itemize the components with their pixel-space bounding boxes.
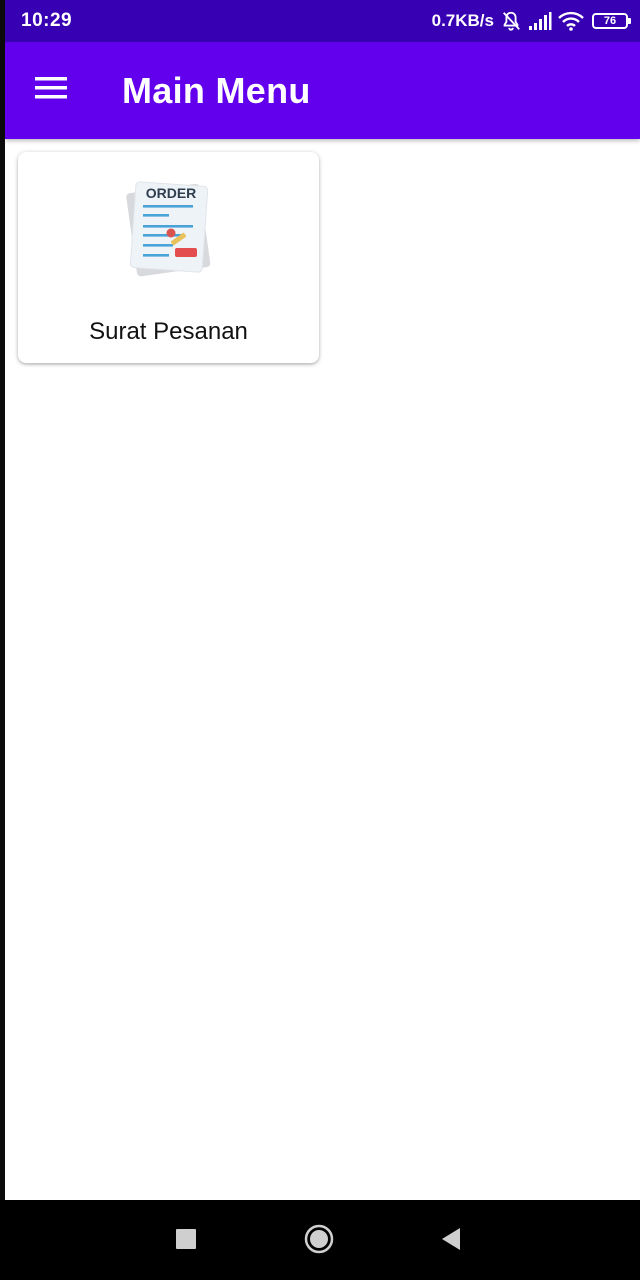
back-button[interactable] <box>435 1225 467 1257</box>
mute-bell-icon <box>500 10 522 32</box>
network-speed: 0.7KB/s <box>431 11 494 30</box>
back-triangle-icon <box>440 1227 462 1256</box>
recents-button[interactable] <box>170 1225 202 1257</box>
status-right-group: 0.7KB/s 76 <box>431 10 631 32</box>
menu-card-surat-pesanan[interactable]: ORDER Surat Pesanan <box>18 152 319 363</box>
status-bar: 10:29 0.7KB/s 76 <box>5 0 640 42</box>
hamburger-menu-icon <box>35 76 67 105</box>
square-icon <box>176 1228 196 1254</box>
signal-icon <box>528 11 552 31</box>
system-navigation-bar <box>0 1200 640 1280</box>
circle-icon <box>303 1223 335 1260</box>
battery-level: 76 <box>603 14 617 27</box>
screen: 10:29 0.7KB/s 76 Main Menu ORDER Surat P… <box>0 0 640 1280</box>
wifi-icon <box>558 11 584 31</box>
order-icon-text: ORDER <box>146 185 197 201</box>
page-title: Main Menu <box>122 69 311 111</box>
hamburger-menu-button[interactable] <box>23 63 79 119</box>
status-time: 10:29 <box>21 10 73 31</box>
home-button[interactable] <box>303 1223 335 1260</box>
main-content: ORDER Surat Pesanan <box>5 139 640 1200</box>
order-document-icon: ORDER <box>121 176 217 280</box>
app-bar: Main Menu <box>5 42 640 139</box>
battery-icon: 76 <box>592 13 631 29</box>
menu-card-label: Surat Pesanan <box>89 318 248 345</box>
